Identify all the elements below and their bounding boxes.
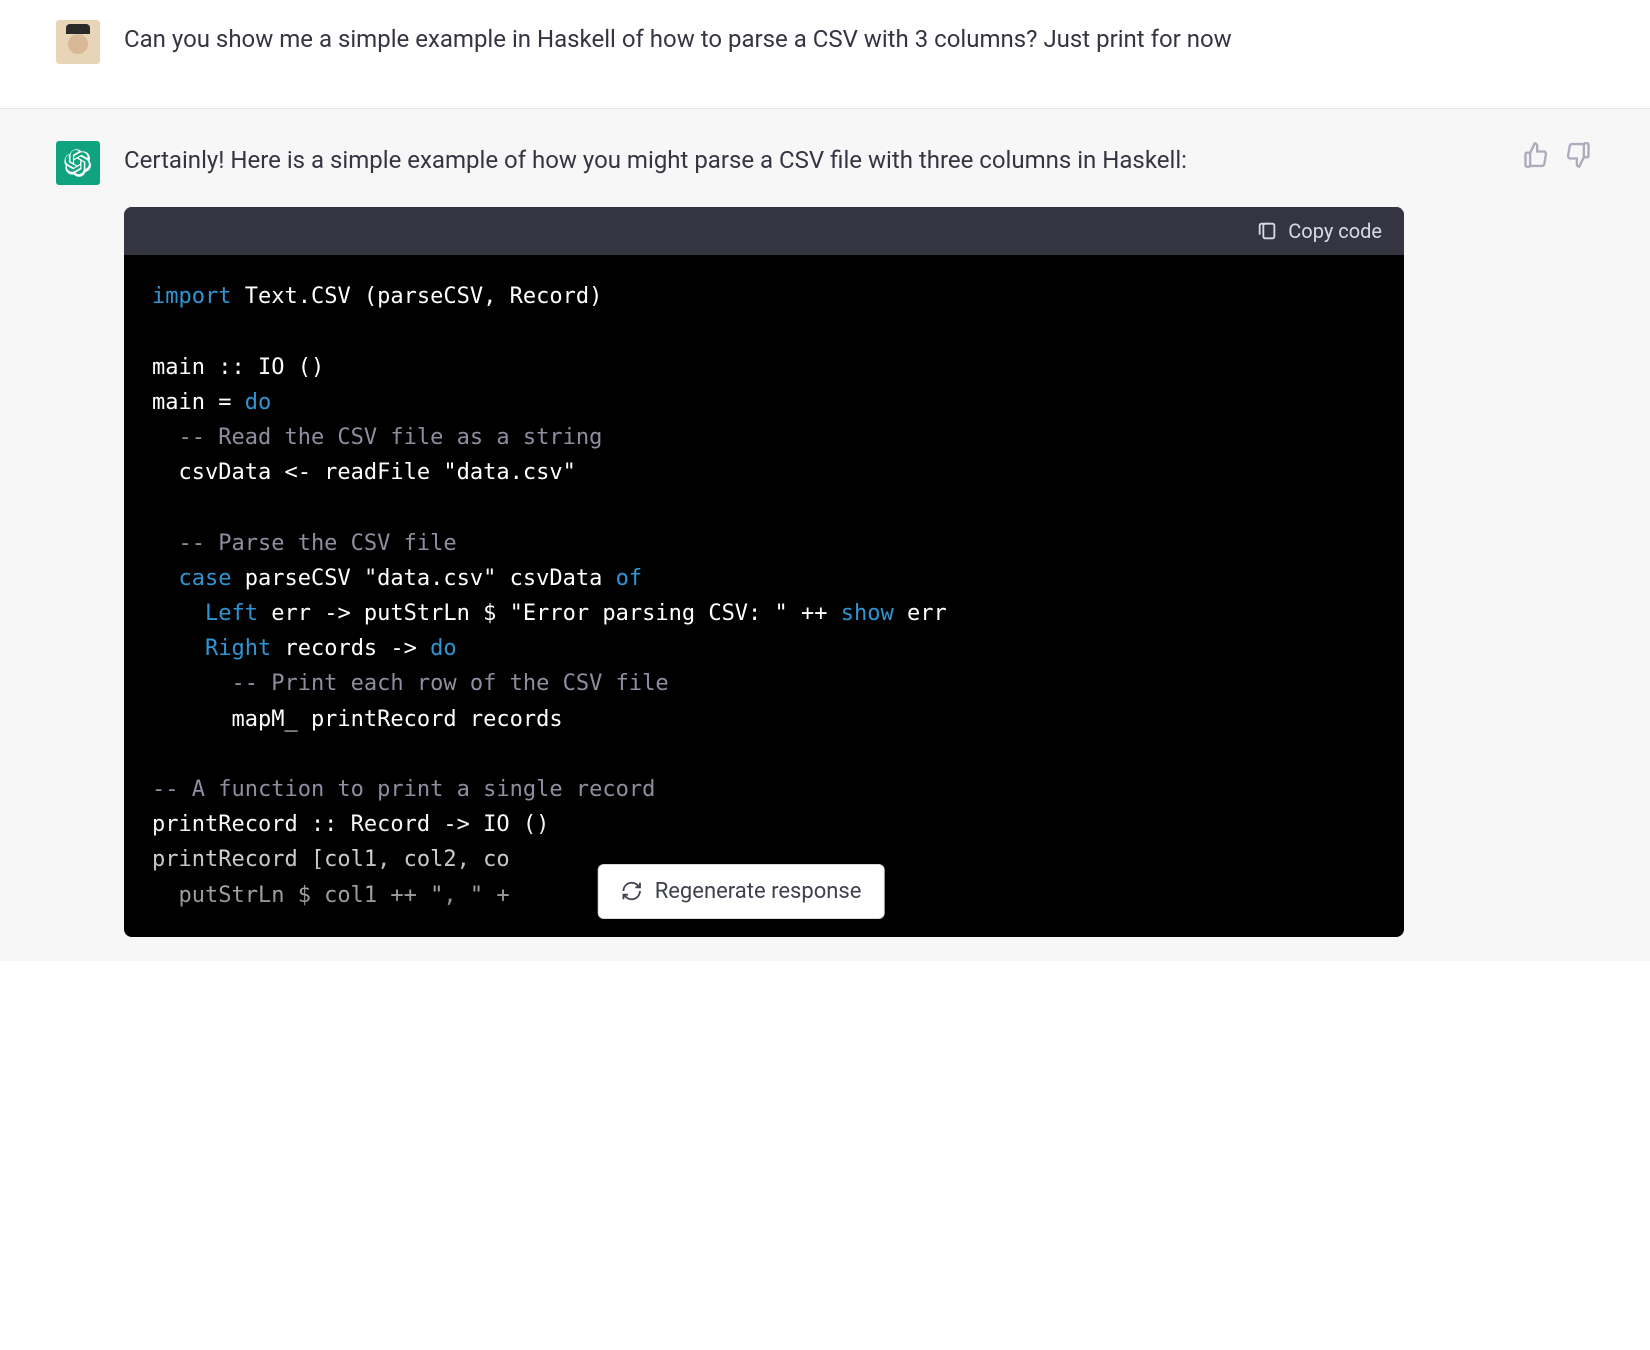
user-message-text: Can you show me a simple example in Hask… [124, 20, 1424, 64]
code-block: Copy code import Text.CSV (parseCSV, Rec… [124, 207, 1404, 936]
copy-code-label: Copy code [1288, 219, 1382, 243]
regenerate-button[interactable]: Regenerate response [598, 864, 885, 919]
assistant-message-text: Certainly! Here is a simple example of h… [124, 141, 1404, 179]
code-block-header: Copy code [124, 207, 1404, 255]
thumbs-down-button[interactable] [1564, 141, 1592, 169]
openai-logo-icon [64, 149, 92, 177]
user-message-row: Can you show me a simple example in Hask… [0, 0, 1650, 109]
code-content: import Text.CSV (parseCSV, Record) main … [124, 255, 1404, 936]
refresh-icon [621, 880, 643, 902]
assistant-message-row: Certainly! Here is a simple example of h… [0, 109, 1650, 961]
thumbs-up-button[interactable] [1522, 141, 1550, 169]
feedback-buttons [1522, 141, 1592, 169]
thumbs-up-icon [1522, 141, 1550, 169]
thumbs-down-icon [1564, 141, 1592, 169]
user-avatar [56, 20, 100, 64]
regenerate-label: Regenerate response [655, 879, 862, 904]
assistant-avatar [56, 141, 100, 185]
clipboard-icon [1256, 220, 1278, 242]
copy-code-button[interactable]: Copy code [1256, 219, 1382, 243]
